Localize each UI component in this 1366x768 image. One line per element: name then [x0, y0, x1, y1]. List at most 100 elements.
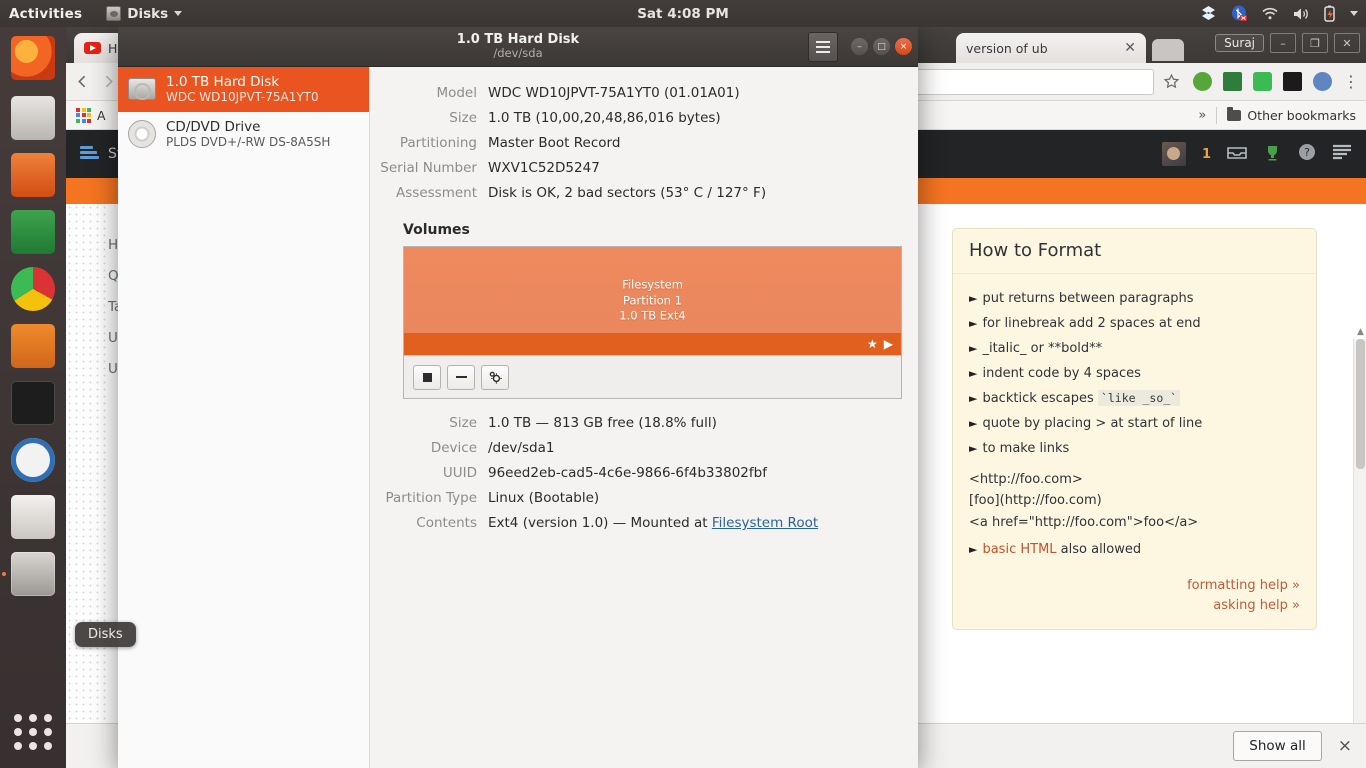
launcher-item-disks[interactable] — [0, 545, 66, 602]
wifi-icon[interactable] — [1261, 6, 1279, 21]
globe-extension-icon[interactable] — [1313, 72, 1332, 91]
window-subtitle: /dev/sda — [493, 46, 543, 61]
partition-line-2: Partition 1 — [623, 293, 682, 308]
sublime-text-icon — [11, 323, 55, 368]
launcher-item-chrome[interactable] — [0, 260, 66, 317]
new-tab-button[interactable] — [1152, 39, 1184, 61]
bookmarks-overflow-icon[interactable]: » — [1198, 108, 1206, 123]
minimize-icon[interactable]: – — [851, 38, 868, 55]
close-icon[interactable]: ✕ — [1334, 33, 1360, 53]
chevron-down-icon — [174, 11, 183, 16]
close-downloads-icon[interactable]: × — [1338, 736, 1352, 756]
help-item-text: to make links — [982, 441, 1070, 456]
battery-charging-icon[interactable] — [1323, 5, 1337, 22]
hamburger-icon[interactable] — [808, 32, 838, 62]
forward-icon[interactable] — [100, 73, 117, 90]
minus-icon — [455, 376, 467, 378]
partition-block[interactable]: Filesystem Partition 1 1.0 TB Ext4 ★ ▶ — [404, 247, 901, 355]
asking-help-link[interactable]: asking help » — [969, 596, 1300, 616]
activities-button[interactable]: Activities — [9, 6, 82, 22]
scrollbar-thumb[interactable] — [1356, 339, 1365, 469]
trophy-icon[interactable] — [1263, 144, 1282, 165]
tab-label: version of ub — [966, 40, 1048, 56]
unmount-button[interactable] — [413, 364, 441, 390]
info-key: Partition Type — [385, 490, 477, 506]
volume-row-contents: Contents Ext4 (version 1.0) — Mounted at… — [370, 511, 918, 536]
close-icon[interactable]: × — [895, 38, 912, 55]
libreoffice-calc-icon — [11, 209, 55, 254]
launcher-item-terminal[interactable] — [0, 374, 66, 431]
browser-tab-active[interactable]: version of ub ✕ — [956, 33, 1146, 63]
basic-html-link[interactable]: basic HTML — [982, 542, 1056, 557]
disks-window-controls: – □ × — [851, 38, 912, 55]
inbox-icon[interactable] — [1227, 144, 1247, 164]
minimize-icon[interactable]: – — [1270, 33, 1296, 53]
maximize-icon[interactable]: □ — [873, 38, 890, 55]
delete-partition-button[interactable] — [447, 364, 475, 390]
more-actions-button[interactable] — [481, 364, 509, 390]
volume-icon[interactable] — [1292, 6, 1310, 22]
adblock-icon[interactable] — [1193, 72, 1212, 91]
launcher-item-firefox[interactable] — [0, 27, 66, 89]
chevron-down-icon[interactable] — [1350, 11, 1358, 16]
apps-grid-icon — [76, 107, 91, 123]
extension-icons: ⋮ — [1189, 72, 1359, 91]
device-item-hard-disk[interactable]: 1.0 TB Hard Disk WDC WD10JPVT-75A1YT0 — [118, 67, 369, 112]
clock[interactable]: Sat 4:08 PM — [637, 6, 729, 22]
info-value: 1.0 TB — 813 GB free (18.8% full) — [488, 415, 717, 431]
bookmark-star-icon[interactable] — [1163, 73, 1180, 90]
bookmark-other[interactable]: Other bookmarks — [1227, 106, 1356, 123]
launcher-item-sublime[interactable] — [0, 317, 66, 374]
bookmark-apps[interactable]: A — [76, 107, 106, 123]
system-tray — [1199, 5, 1358, 22]
back-icon[interactable] — [74, 73, 91, 90]
volume-row-partition-type: Partition Type Linux (Bootable) — [370, 486, 918, 511]
launcher-item-rstudio[interactable] — [0, 431, 66, 488]
help-item-text: put returns between paragraphs — [982, 291, 1194, 306]
info-key: Assessment — [396, 185, 477, 201]
gear-icon — [489, 371, 502, 383]
avatar[interactable] — [1161, 142, 1186, 166]
chrome-menu-icon[interactable]: ⋮ — [1343, 72, 1359, 91]
maximize-icon[interactable]: ❐ — [1302, 33, 1328, 53]
scroll-up-icon[interactable]: ▲ — [1357, 327, 1364, 337]
device-name: CD/DVD Drive — [166, 118, 261, 135]
filesystem-root-link[interactable]: Filesystem Root — [712, 515, 818, 531]
app-menu-button[interactable]: Disks — [106, 5, 183, 22]
launcher-item-files[interactable] — [0, 89, 66, 146]
launcher-apps-grid-button[interactable] — [0, 704, 66, 760]
bullet-icon: ► — [969, 543, 978, 557]
app-menu-label: Disks — [127, 5, 169, 22]
user-profile-chip[interactable]: Suraj — [1215, 34, 1264, 52]
dropbox-icon[interactable] — [1199, 5, 1218, 22]
tab-label: H — [108, 40, 118, 56]
launcher-item-software[interactable] — [0, 146, 66, 203]
divider — [1216, 106, 1218, 124]
dark-extension-icon[interactable] — [1283, 72, 1302, 91]
launcher-item-gimp[interactable] — [0, 488, 66, 545]
info-key: Device — [430, 440, 477, 456]
review-icon[interactable] — [1332, 144, 1352, 164]
formatting-help-link[interactable]: formatting help » — [969, 576, 1300, 596]
video-downloader-icon[interactable] — [1253, 72, 1272, 91]
show-all-downloads-button[interactable]: Show all — [1233, 731, 1322, 761]
help-icon[interactable]: ? — [1298, 143, 1316, 165]
site-logo[interactable]: St — [80, 145, 122, 163]
bullet-icon: ► — [969, 392, 978, 405]
close-icon[interactable]: ✕ — [1124, 40, 1136, 56]
help-item-text: backtick escapes — [982, 391, 1094, 406]
info-value[interactable]: Disk is OK, 2 bad sectors (53° C / 127° … — [488, 181, 766, 206]
software-center-icon — [11, 152, 55, 197]
bullet-icon: ► — [969, 292, 978, 305]
launcher-item-calc[interactable] — [0, 203, 66, 260]
volume-details: Size 1.0 TB — 813 GB free (18.8% full) D… — [370, 411, 918, 536]
reputation-count: 1 — [1201, 146, 1211, 162]
bluetooth-disabled-icon[interactable] — [1231, 5, 1248, 22]
info-key: Contents — [416, 515, 477, 531]
page-scrollbar[interactable]: ▲ ▼ — [1353, 327, 1366, 768]
help-item-quote: ► quote by placing > at start of line — [969, 411, 1300, 436]
device-item-cd-dvd[interactable]: CD/DVD Drive PLDS DVD+/-RW DS-8A5SH — [118, 112, 369, 157]
disks-icon — [11, 551, 55, 596]
idm-icon[interactable] — [1223, 72, 1242, 91]
help-item-html: ► basic HTML also allowed — [969, 537, 1300, 562]
